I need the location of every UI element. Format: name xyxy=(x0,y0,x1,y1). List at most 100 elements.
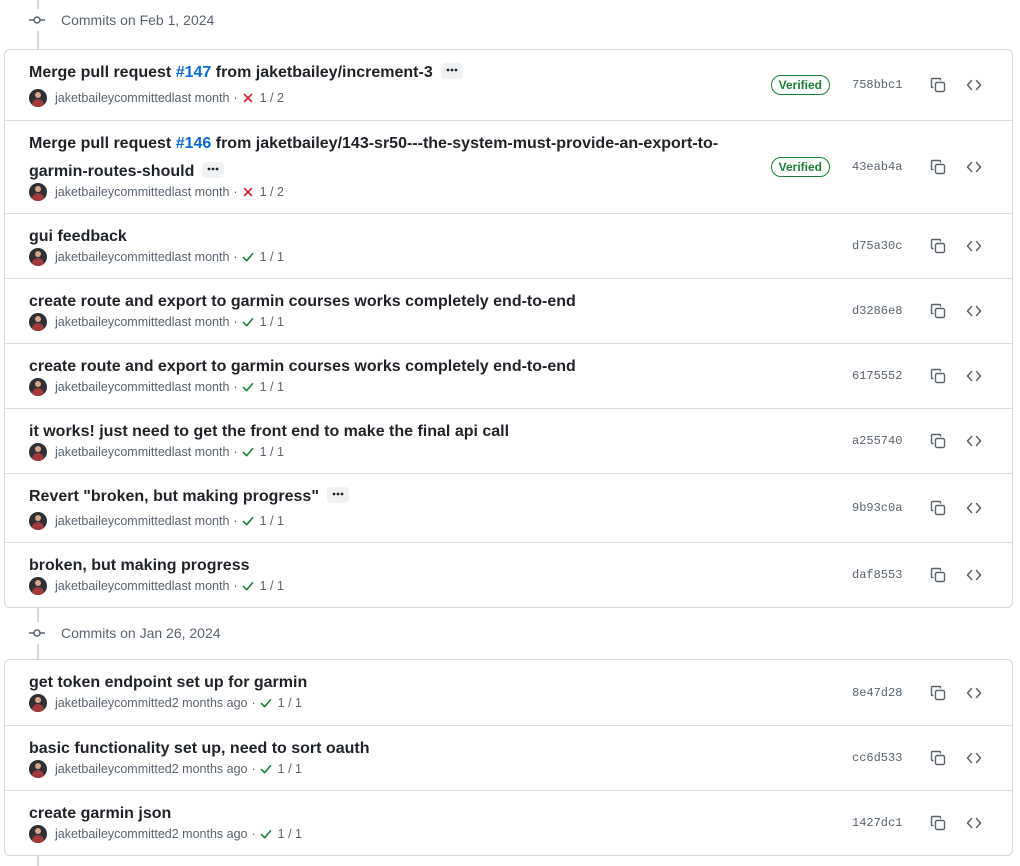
commit-message-link[interactable]: basic functionality set up, need to sort… xyxy=(29,740,369,757)
avatar[interactable] xyxy=(29,694,47,712)
author-link[interactable]: jaketbailey xyxy=(55,514,114,528)
verified-badge[interactable]: Verified xyxy=(770,157,830,177)
commit-sha-link[interactable]: d75a30c xyxy=(852,239,904,253)
commit-time: 2 months ago xyxy=(171,827,248,841)
avatar[interactable] xyxy=(29,248,47,266)
checks-count[interactable]: 1 / 1 xyxy=(260,579,284,593)
author-link[interactable]: jaketbailey xyxy=(55,185,114,199)
check-icon[interactable] xyxy=(242,316,254,328)
kebab-horizontal-icon[interactable] xyxy=(440,62,463,79)
checks-count[interactable]: 1 / 1 xyxy=(260,380,284,394)
commit-sha-link[interactable]: a255740 xyxy=(852,434,904,448)
checks-count[interactable]: 1 / 2 xyxy=(260,91,284,105)
author-link[interactable]: jaketbailey xyxy=(55,696,114,710)
code-icon[interactable] xyxy=(960,809,988,837)
code-icon[interactable] xyxy=(960,71,988,99)
commit-sha-link[interactable]: daf8553 xyxy=(852,568,904,582)
code-icon[interactable] xyxy=(960,427,988,455)
avatar[interactable] xyxy=(29,577,47,595)
author-link[interactable]: jaketbailey xyxy=(55,315,114,329)
copy-icon[interactable] xyxy=(924,297,952,325)
check-icon[interactable] xyxy=(242,381,254,393)
author-link[interactable]: jaketbailey xyxy=(55,445,114,459)
avatar[interactable] xyxy=(29,89,47,107)
check-icon[interactable] xyxy=(260,763,272,775)
checks-count[interactable]: 1 / 2 xyxy=(260,185,284,199)
commit-sha-link[interactable]: 6175552 xyxy=(852,369,904,383)
copy-icon[interactable] xyxy=(924,494,952,522)
commit-message-link[interactable]: Revert "broken, but making progress" xyxy=(29,488,319,505)
checks-count[interactable]: 1 / 1 xyxy=(278,762,302,776)
check-icon[interactable] xyxy=(242,251,254,263)
x-icon[interactable] xyxy=(242,186,254,198)
avatar[interactable] xyxy=(29,512,47,530)
copy-icon[interactable] xyxy=(924,71,952,99)
author-link[interactable]: jaketbailey xyxy=(55,250,114,264)
code-icon[interactable] xyxy=(960,561,988,589)
avatar[interactable] xyxy=(29,183,47,201)
commit-message-link[interactable]: get token endpoint set up for garmin xyxy=(29,674,307,691)
commit-message-link[interactable]: create route and export to garmin course… xyxy=(29,293,576,310)
commit-message-link[interactable]: gui feedback xyxy=(29,228,127,245)
commit-message-link[interactable]: broken, but making progress xyxy=(29,557,249,574)
commit-message-link[interactable]: create route and export to garmin course… xyxy=(29,358,576,375)
code-icon[interactable] xyxy=(960,679,988,707)
author-link[interactable]: jaketbailey xyxy=(55,380,114,394)
code-icon[interactable] xyxy=(960,744,988,772)
author-link[interactable]: jaketbailey xyxy=(55,91,114,105)
commit-sha-link[interactable]: d3286e8 xyxy=(852,304,904,318)
checks-count[interactable]: 1 / 1 xyxy=(260,445,284,459)
commit-row: Merge pull request #146 from jaketbailey… xyxy=(5,120,1012,213)
commit-message-link[interactable]: create garmin json xyxy=(29,805,171,822)
commit-message-link[interactable]: from jaketbailey/increment-3 xyxy=(211,64,433,81)
copy-icon[interactable] xyxy=(924,153,952,181)
copy-icon[interactable] xyxy=(924,809,952,837)
avatar[interactable] xyxy=(29,443,47,461)
check-icon[interactable] xyxy=(260,828,272,840)
kebab-horizontal-icon[interactable] xyxy=(202,161,225,178)
commit-sha-link[interactable]: cc6d533 xyxy=(852,751,904,765)
commit-meta: jaketbailey committed 2 months ago · 1 / 1 xyxy=(29,694,302,712)
pull-request-link[interactable]: #146 xyxy=(176,135,212,152)
x-icon[interactable] xyxy=(242,92,254,104)
copy-icon[interactable] xyxy=(924,561,952,589)
author-link[interactable]: jaketbailey xyxy=(55,579,114,593)
checks-count[interactable]: 1 / 1 xyxy=(260,315,284,329)
check-icon[interactable] xyxy=(260,697,272,709)
commit-sha-link[interactable]: 758bbc1 xyxy=(852,78,904,92)
copy-icon[interactable] xyxy=(924,232,952,260)
avatar[interactable] xyxy=(29,760,47,778)
commit-message-link[interactable]: it works! just need to get the front end… xyxy=(29,423,509,440)
code-icon[interactable] xyxy=(960,362,988,390)
commit-sha-link[interactable]: 43eab4a xyxy=(852,160,904,174)
copy-icon[interactable] xyxy=(924,362,952,390)
check-icon[interactable] xyxy=(242,515,254,527)
author-link[interactable]: jaketbailey xyxy=(55,762,114,776)
checks-count[interactable]: 1 / 1 xyxy=(278,827,302,841)
copy-icon[interactable] xyxy=(924,427,952,455)
code-icon[interactable] xyxy=(960,153,988,181)
commit-sha-link[interactable]: 8e47d28 xyxy=(852,686,904,700)
verified-badge[interactable]: Verified xyxy=(770,75,830,95)
pull-request-link[interactable]: #147 xyxy=(176,64,212,81)
commit-message-link[interactable]: Merge pull request xyxy=(29,135,176,152)
checks-count[interactable]: 1 / 1 xyxy=(260,250,284,264)
avatar[interactable] xyxy=(29,825,47,843)
check-icon[interactable] xyxy=(242,580,254,592)
copy-icon[interactable] xyxy=(924,744,952,772)
avatar[interactable] xyxy=(29,313,47,331)
code-icon[interactable] xyxy=(960,494,988,522)
commit-sha-link[interactable]: 1427dc1 xyxy=(852,816,904,830)
copy-icon[interactable] xyxy=(924,679,952,707)
checks-count[interactable]: 1 / 1 xyxy=(260,514,284,528)
kebab-horizontal-icon[interactable] xyxy=(326,486,349,503)
check-icon[interactable] xyxy=(242,446,254,458)
checks-count[interactable]: 1 / 1 xyxy=(278,696,302,710)
code-icon[interactable] xyxy=(960,232,988,260)
separator: · xyxy=(251,827,256,841)
commit-message-link[interactable]: Merge pull request xyxy=(29,64,176,81)
commit-sha-link[interactable]: 9b93c0a xyxy=(852,501,904,515)
author-link[interactable]: jaketbailey xyxy=(55,827,114,841)
avatar[interactable] xyxy=(29,378,47,396)
code-icon[interactable] xyxy=(960,297,988,325)
